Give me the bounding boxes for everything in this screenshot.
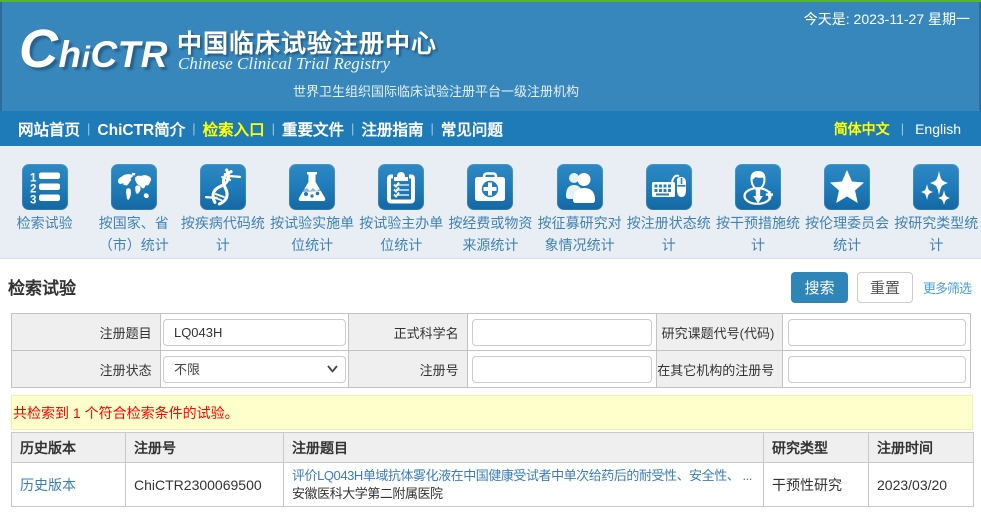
svg-text:3: 3 <box>30 195 36 205</box>
